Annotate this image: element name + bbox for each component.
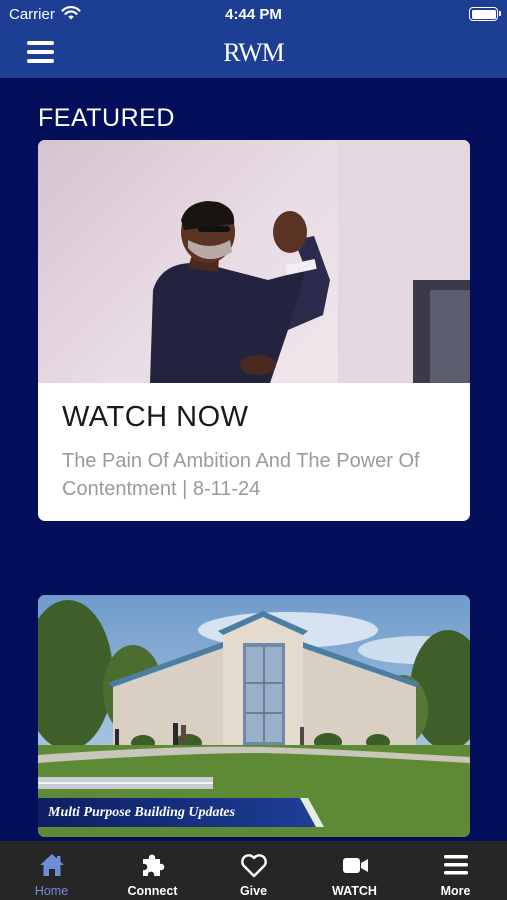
- nav-bar: RWM: [0, 30, 507, 78]
- tab-label-more: More: [440, 884, 471, 898]
- status-bar: Carrier 4:44 PM: [0, 0, 507, 30]
- tab-give[interactable]: Give: [203, 841, 304, 900]
- section-title-featured: FEATURED: [38, 104, 175, 132]
- video-camera-icon: [342, 858, 368, 873]
- puzzle-icon: [142, 854, 164, 876]
- home-icon: [39, 854, 64, 876]
- church-logo: RWM: [0, 38, 507, 68]
- featured-card[interactable]: WATCH NOW The Pain Of Ambition And The P…: [38, 140, 470, 521]
- tab-label-watch: WATCH: [332, 884, 377, 898]
- clock: 4:44 PM: [225, 6, 282, 23]
- sermon-title: The Pain Of Ambition And The Power Of Co…: [62, 450, 420, 500]
- card-heading: WATCH NOW: [62, 401, 249, 433]
- tab-watch[interactable]: WATCH: [304, 841, 405, 900]
- tab-label-give: Give: [239, 884, 268, 898]
- heart-icon: [240, 854, 267, 878]
- building-rendering-image: [38, 595, 470, 837]
- logo-text: RWM: [223, 38, 285, 67]
- tab-more[interactable]: More: [405, 841, 506, 900]
- tab-label-home: Home: [34, 884, 69, 898]
- tab-bar: Home Connect Give WATCH More: [0, 841, 507, 900]
- tab-connect[interactable]: Connect: [102, 841, 203, 900]
- building-update-banner-text: Multi Purpose Building Updates: [48, 805, 236, 820]
- battery-icon: [469, 7, 501, 21]
- tab-label-connect: Connect: [127, 884, 178, 898]
- tab-home[interactable]: Home: [1, 841, 102, 900]
- preacher-photo: [150, 140, 470, 383]
- featured-sermon-image: [38, 140, 470, 383]
- menu-icon: [443, 855, 468, 875]
- building-update-card[interactable]: Multi Purpose Building Updates: [38, 595, 470, 837]
